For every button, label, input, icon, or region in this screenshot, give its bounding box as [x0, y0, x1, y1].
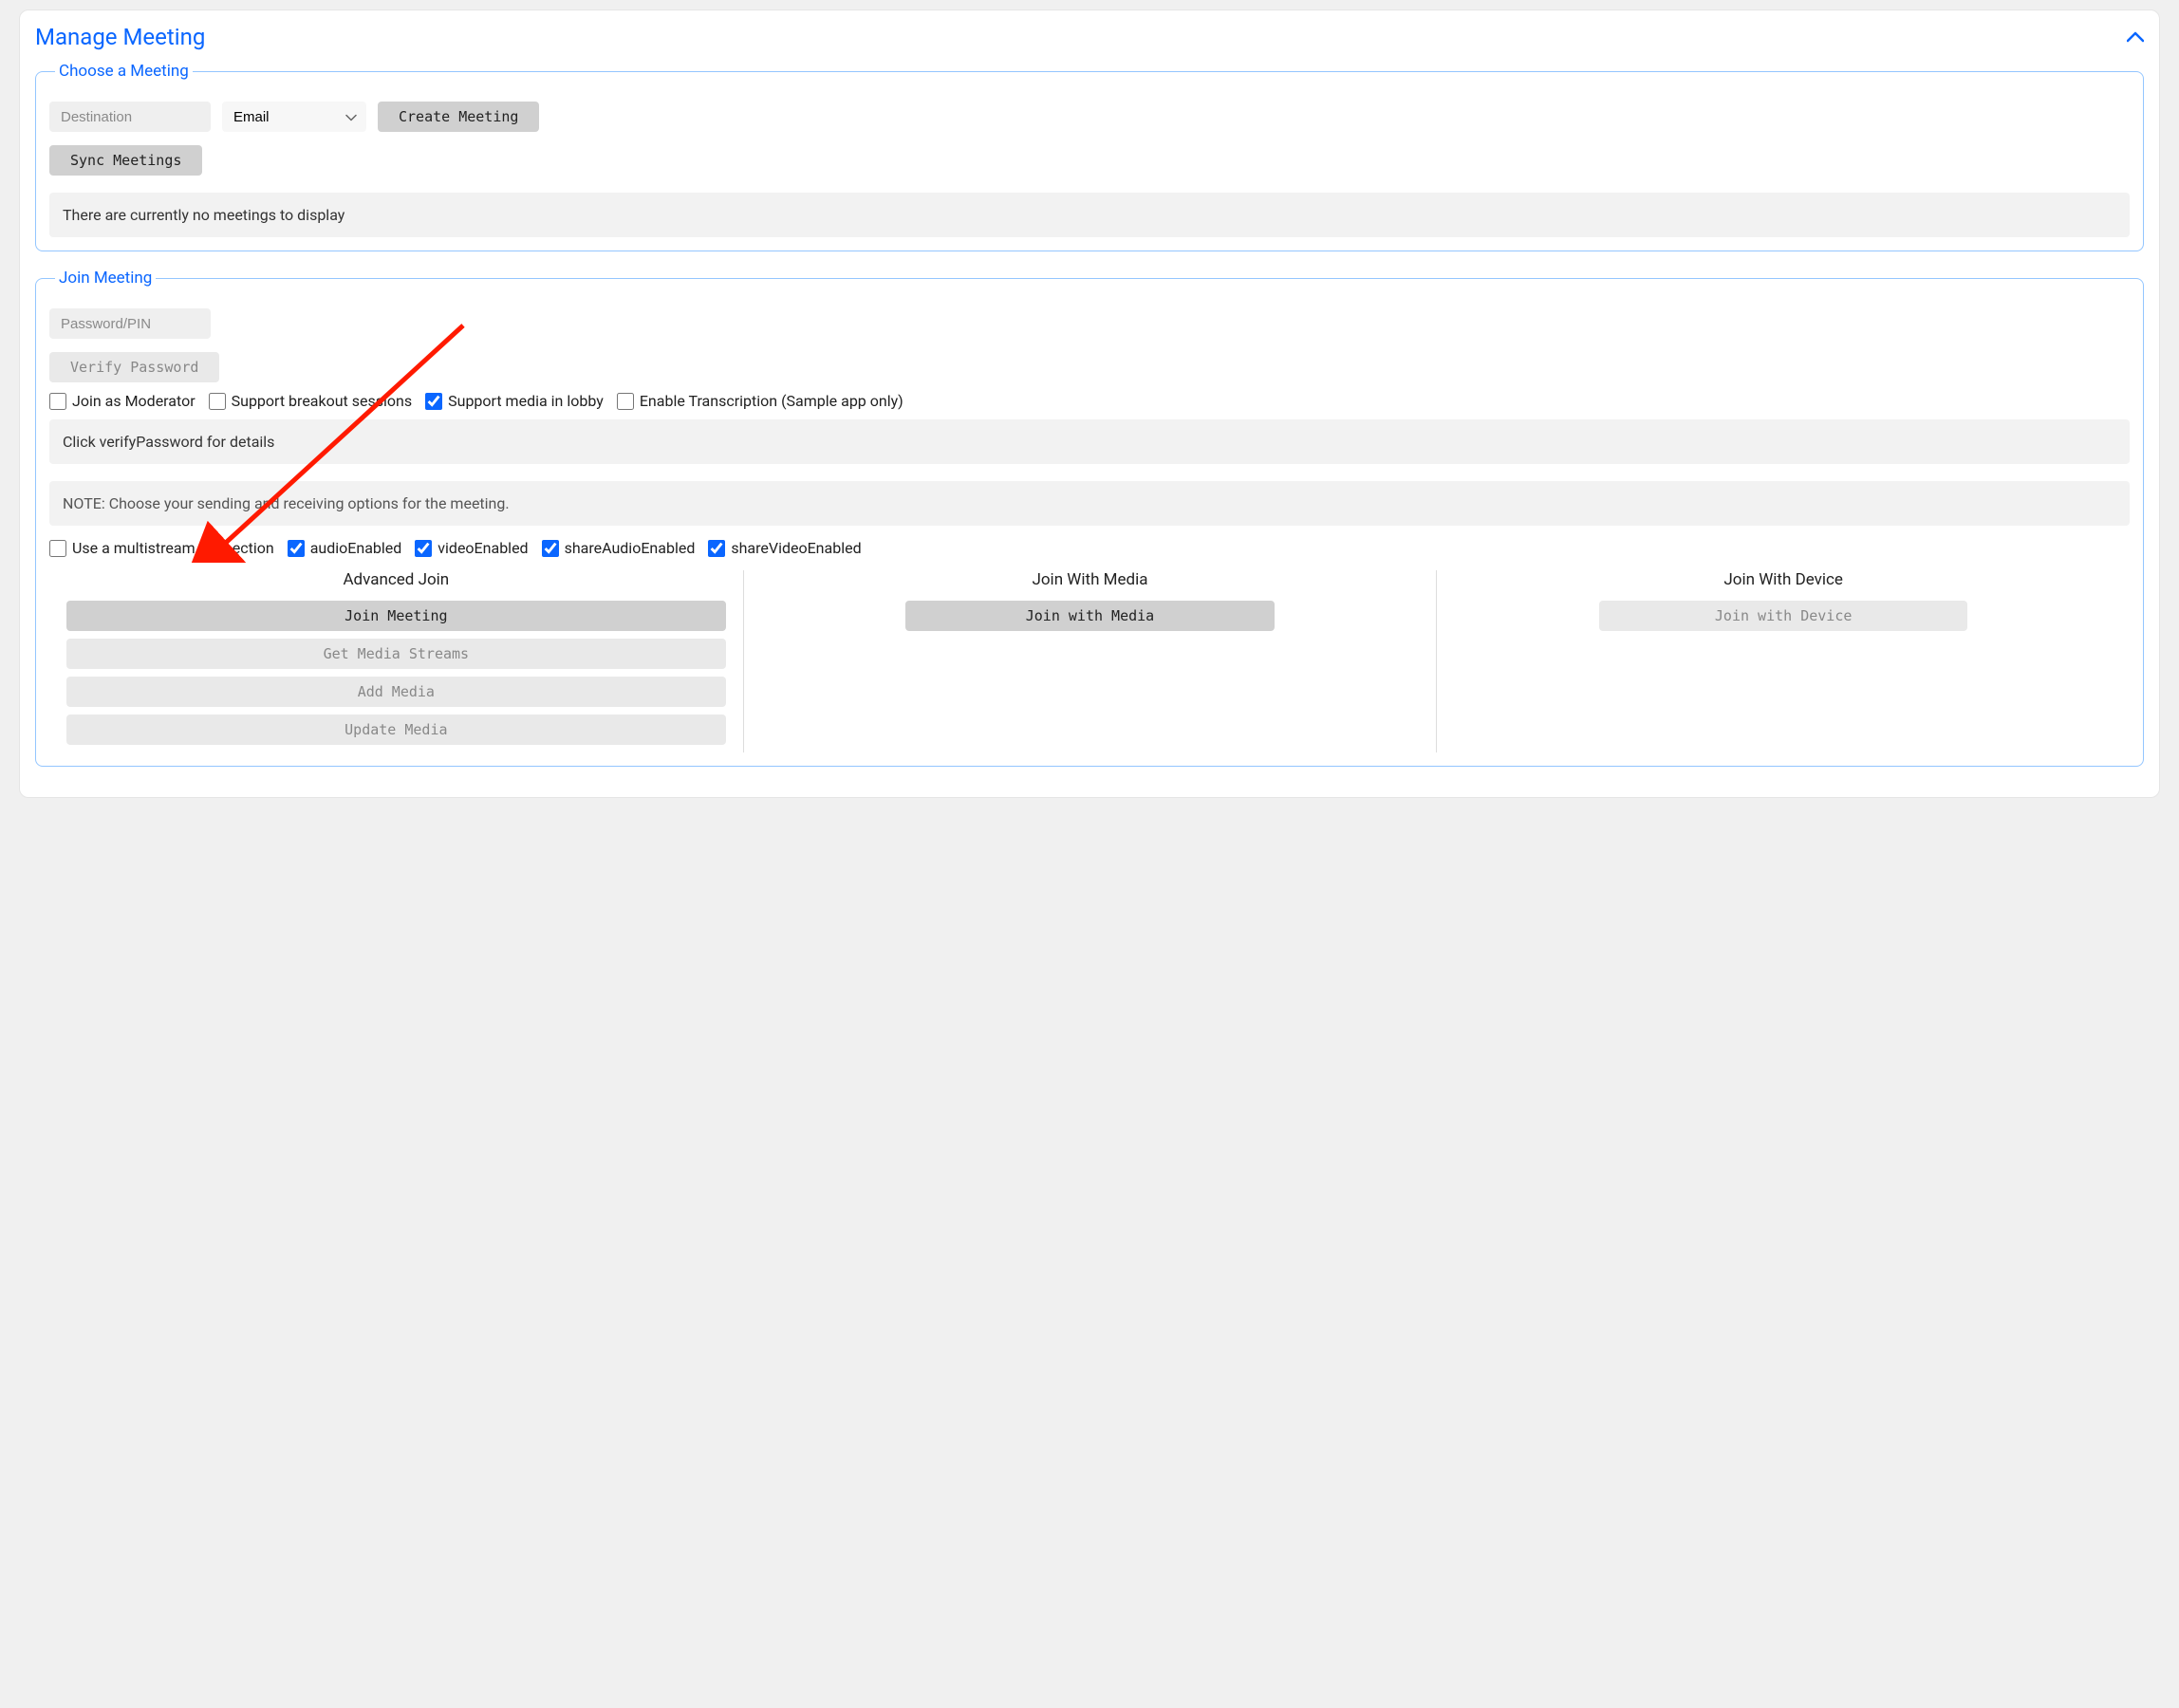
share-audio-enabled-label: shareAudioEnabled	[565, 539, 696, 557]
join-as-moderator-label: Join as Moderator	[72, 392, 196, 410]
add-media-button[interactable]: Add Media	[66, 677, 726, 707]
advanced-join-column: Advanced Join Join Meeting Get Media Str…	[49, 570, 743, 752]
support-breakout-option[interactable]: Support breakout sessions	[209, 392, 413, 410]
join-meeting-section: Join Meeting Verify Password Join as Mod…	[35, 269, 2144, 767]
get-media-streams-button[interactable]: Get Media Streams	[66, 639, 726, 669]
support-breakout-checkbox[interactable]	[209, 393, 226, 410]
join-meeting-legend: Join Meeting	[55, 269, 156, 288]
panel-title: Manage Meeting	[35, 24, 205, 50]
collapse-toggle[interactable]	[2127, 28, 2146, 47]
verify-password-detail: Click verifyPassword for details	[49, 419, 2130, 464]
audio-enabled-option[interactable]: audioEnabled	[288, 539, 402, 557]
chevron-up-icon	[2127, 31, 2144, 43]
share-video-enabled-checkbox[interactable]	[708, 540, 725, 557]
choose-meeting-legend: Choose a Meeting	[55, 62, 193, 81]
join-with-media-heading: Join With Media	[1032, 570, 1147, 589]
support-breakout-label: Support breakout sessions	[232, 392, 413, 410]
join-as-moderator-option[interactable]: Join as Moderator	[49, 392, 196, 410]
multistream-label: Use a multistream connection	[72, 539, 274, 557]
join-with-device-column: Join With Device Join with Device	[1436, 570, 2130, 752]
video-enabled-label: videoEnabled	[438, 539, 528, 557]
support-media-lobby-label: Support media in lobby	[448, 392, 604, 410]
video-enabled-option[interactable]: videoEnabled	[415, 539, 528, 557]
share-audio-enabled-checkbox[interactable]	[542, 540, 559, 557]
support-media-lobby-checkbox[interactable]	[425, 393, 442, 410]
share-video-enabled-option[interactable]: shareVideoEnabled	[708, 539, 861, 557]
verify-password-button[interactable]: Verify Password	[49, 352, 219, 382]
choose-meeting-section: Choose a Meeting Email Create Meeting Sy…	[35, 62, 2144, 251]
destination-type-select[interactable]: Email	[222, 102, 366, 132]
audio-enabled-checkbox[interactable]	[288, 540, 305, 557]
support-media-lobby-option[interactable]: Support media in lobby	[425, 392, 604, 410]
update-media-button[interactable]: Update Media	[66, 715, 726, 745]
multistream-checkbox[interactable]	[49, 540, 66, 557]
sync-meetings-button[interactable]: Sync Meetings	[49, 145, 202, 176]
share-video-enabled-label: shareVideoEnabled	[731, 539, 861, 557]
share-audio-enabled-option[interactable]: shareAudioEnabled	[542, 539, 696, 557]
multistream-option[interactable]: Use a multistream connection	[49, 539, 274, 557]
destination-type-select-el[interactable]: Email	[222, 102, 366, 132]
create-meeting-button[interactable]: Create Meeting	[378, 102, 539, 132]
enable-transcription-checkbox[interactable]	[617, 393, 634, 410]
enable-transcription-option[interactable]: Enable Transcription (Sample app only)	[617, 392, 903, 410]
meetings-empty-message: There are currently no meetings to displ…	[49, 193, 2130, 237]
video-enabled-checkbox[interactable]	[415, 540, 432, 557]
manage-meeting-panel: Manage Meeting Choose a Meeting Email Cr…	[19, 9, 2160, 798]
destination-input[interactable]	[49, 102, 211, 132]
enable-transcription-label: Enable Transcription (Sample app only)	[640, 392, 903, 410]
join-with-device-button[interactable]: Join with Device	[1599, 601, 1967, 631]
advanced-join-heading: Advanced Join	[66, 570, 726, 589]
join-with-device-heading: Join With Device	[1723, 570, 1843, 589]
sending-receiving-note: NOTE: Choose your sending and receiving …	[49, 481, 2130, 526]
password-input[interactable]	[49, 308, 211, 339]
join-as-moderator-checkbox[interactable]	[49, 393, 66, 410]
audio-enabled-label: audioEnabled	[310, 539, 402, 557]
join-with-media-column: Join With Media Join with Media	[743, 570, 1437, 752]
join-with-media-button[interactable]: Join with Media	[905, 601, 1274, 631]
join-meeting-button[interactable]: Join Meeting	[66, 601, 726, 631]
